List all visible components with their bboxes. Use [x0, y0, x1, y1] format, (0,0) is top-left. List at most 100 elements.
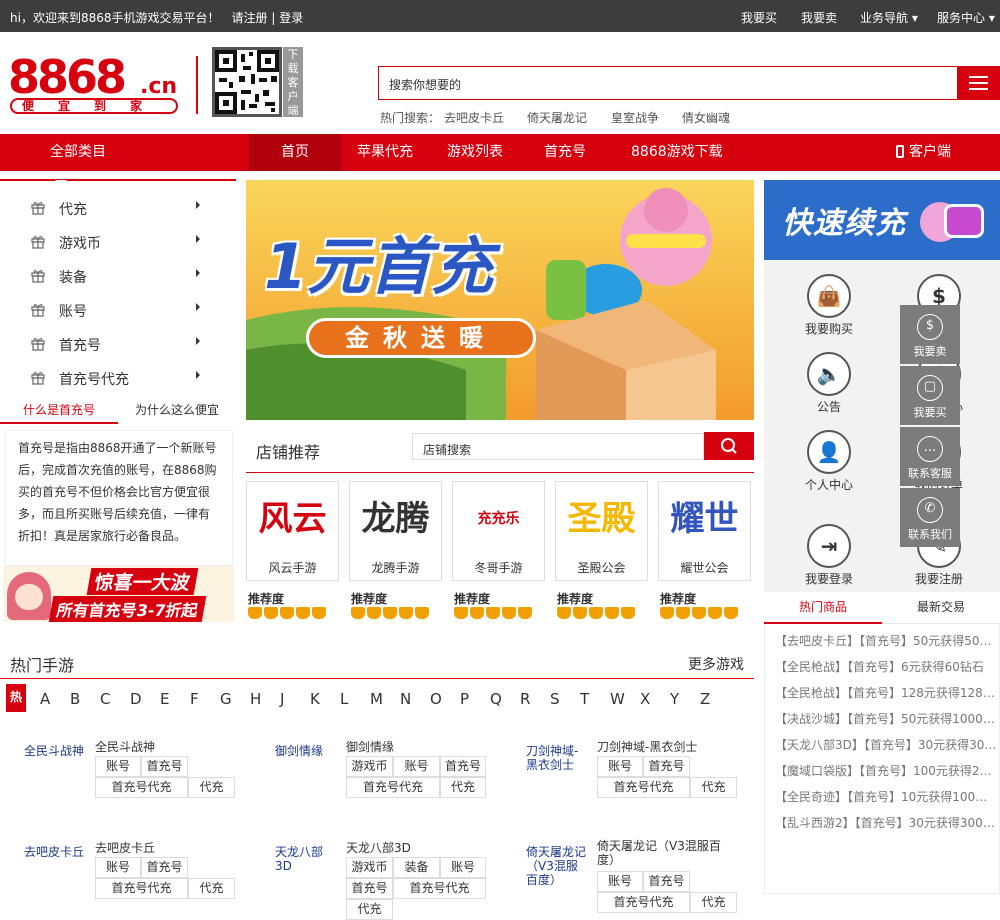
top-sell-link[interactable]: 我要卖 — [801, 9, 837, 26]
game-icon-link[interactable]: 天龙八部3D — [275, 845, 335, 873]
game-icon-link[interactable]: 全民斗战神 — [24, 744, 84, 758]
floating-buy-button[interactable]: ▢ 我要买 — [900, 366, 960, 425]
hot-goods-item[interactable]: 【决战沙城】【首充号】50元获得1000元宝 — [775, 710, 997, 727]
game-tag[interactable]: 账号 — [95, 857, 141, 878]
letter-filter-x[interactable]: X — [640, 690, 650, 708]
game-tag[interactable]: 首充号代充 — [597, 892, 690, 913]
letter-filter-a[interactable]: A — [40, 690, 50, 708]
hot-goods-item[interactable]: 【全民枪战】【首充号】128元获得1280钻石 — [775, 684, 997, 701]
game-tag[interactable]: 账号 — [440, 857, 486, 878]
promo-banner[interactable]: 惊喜一大波 所有首充号3-7折起 — [3, 566, 234, 622]
game-tag[interactable]: 首充号 — [141, 756, 188, 777]
game-tag[interactable]: 首充号 — [440, 756, 486, 777]
letter-filter-r[interactable]: R — [520, 690, 530, 708]
site-logo[interactable]: 8868 .cn 便宜到家 — [8, 52, 180, 114]
category-item-daichong[interactable]: 代充 — [0, 191, 236, 225]
hot-goods-item[interactable]: 【魔域口袋版】【首充号】100元获得2000魔石 — [775, 762, 997, 779]
game-name-link[interactable]: 倚天屠龙记（V3混服百度） — [597, 839, 737, 867]
game-tag[interactable]: 首充号代充 — [393, 878, 486, 899]
hot-goods-item[interactable]: 【去吧皮卡丘】【首充号】50元获得500钻石 — [775, 632, 997, 649]
letter-filter-y[interactable]: Y — [670, 690, 679, 708]
shop-card[interactable]: 风云 风云手游 — [246, 481, 339, 581]
category-item-account[interactable]: 账号 — [0, 293, 236, 327]
nav-first-recharge[interactable]: 首充号 — [544, 134, 586, 171]
game-tag[interactable]: 代充 — [346, 899, 393, 920]
game-tag[interactable]: 代充 — [188, 878, 235, 899]
more-games-link[interactable]: 更多游戏 — [688, 654, 744, 674]
floating-sell-button[interactable]: $ 我要卖 — [900, 305, 960, 364]
game-tag[interactable]: 装备 — [393, 857, 440, 878]
business-nav-menu[interactable]: 业务导航 ▾ — [860, 9, 918, 26]
category-item-first-recharge-proxy[interactable]: 首充号代充 — [0, 361, 236, 395]
game-tag[interactable]: 首充号 — [643, 756, 690, 777]
game-name-link[interactable]: 刀剑神域-黑衣剑士 — [597, 738, 697, 755]
hot-search-term[interactable]: 去吧皮卡丘 — [444, 109, 504, 126]
nav-client[interactable]: 客户端 — [896, 134, 951, 171]
game-name-link[interactable]: 御剑情缘 — [346, 738, 394, 755]
hot-goods-item[interactable]: 【全民枪战】【首充号】6元获得60钻石 — [775, 658, 997, 675]
game-tag[interactable]: 代充 — [690, 892, 737, 913]
hero-banner[interactable]: 1元首充 金秋送暖 — [246, 180, 754, 420]
game-name-link[interactable]: 天龙八部3D — [346, 839, 411, 856]
game-icon-link[interactable]: 倚天屠龙记（V3混服百度） — [526, 845, 586, 887]
shop-search-button[interactable] — [704, 432, 754, 460]
game-tag[interactable]: 代充 — [440, 777, 486, 798]
shop-card[interactable]: 龙腾 龙腾手游 — [349, 481, 442, 581]
category-item-first-recharge[interactable]: 首充号 — [0, 327, 236, 361]
game-tag[interactable]: 账号 — [597, 871, 643, 892]
letter-filter-b[interactable]: B — [70, 690, 80, 708]
game-tag[interactable]: 代充 — [690, 777, 737, 798]
nav-apple-recharge[interactable]: 苹果代充 — [357, 134, 413, 171]
hot-goods-item[interactable]: 【天龙八部3D】【首充号】30元获得300元宝 — [775, 736, 997, 753]
nav-game-list[interactable]: 游戏列表 — [447, 134, 503, 171]
game-tag[interactable]: 首充号 — [643, 871, 690, 892]
game-tag[interactable]: 账号 — [597, 756, 643, 777]
category-item-equipment[interactable]: 装备 — [0, 259, 236, 293]
letter-filter-k[interactable]: K — [310, 690, 320, 708]
letter-filter-z[interactable]: Z — [700, 690, 710, 708]
game-tag[interactable]: 代充 — [188, 777, 235, 798]
letter-filter-j[interactable]: J — [280, 690, 284, 708]
shop-card[interactable]: 耀世 耀世公会 — [658, 481, 751, 581]
letter-filter-w[interactable]: W — [610, 690, 625, 708]
tab-what-is-first-recharge[interactable]: 什么是首充号 — [0, 398, 118, 424]
category-item-game-coin[interactable]: 游戏币 — [0, 225, 236, 259]
letter-filter-t[interactable]: T — [580, 690, 589, 708]
download-client-label[interactable]: 下载客户端 — [283, 47, 303, 117]
nav-home[interactable]: 首页 — [249, 134, 341, 171]
letter-filter-s[interactable]: S — [550, 690, 560, 708]
game-tag[interactable]: 首充号 — [346, 878, 393, 899]
letter-filter-e[interactable]: E — [160, 690, 169, 708]
letter-filter-q[interactable]: Q — [490, 690, 502, 708]
game-tag[interactable]: 游戏币 — [346, 756, 393, 777]
shop-search-input[interactable]: 店铺搜索 — [412, 433, 704, 460]
game-tag[interactable]: 首充号代充 — [346, 777, 440, 798]
menu-button[interactable] — [957, 66, 1000, 100]
nav-game-download[interactable]: 8868游戏下载 — [631, 134, 723, 171]
letter-filter-d[interactable]: D — [130, 690, 142, 708]
game-tag[interactable]: 游戏币 — [346, 857, 393, 878]
game-tag[interactable]: 首充号代充 — [597, 777, 690, 798]
letter-filter-n[interactable]: N — [400, 690, 411, 708]
hot-search-term[interactable]: 皇室战争 — [611, 109, 659, 126]
game-name-link[interactable]: 全民斗战神 — [95, 738, 155, 755]
game-tag[interactable]: 首充号代充 — [95, 777, 188, 798]
search-input[interactable]: 搜索你想要的 — [378, 66, 958, 100]
shop-card[interactable]: 圣殿 圣殿公会 — [555, 481, 648, 581]
floating-customer-service-button[interactable]: … 联系客服 — [900, 427, 960, 486]
nav-all-categories[interactable]: 全部类目 — [50, 134, 106, 171]
letter-filter-h[interactable]: H — [250, 690, 261, 708]
tab-why-cheap[interactable]: 为什么这么便宜 — [118, 398, 236, 422]
shop-card[interactable]: 充充乐 冬哥手游 — [452, 481, 545, 581]
game-icon-link[interactable]: 御剑情缘 — [275, 744, 335, 758]
hot-filter-tag[interactable]: 热 — [6, 684, 26, 712]
login-link[interactable]: 登录 — [279, 11, 303, 25]
tab-latest-trades[interactable]: 最新交易 — [882, 594, 1000, 620]
hot-goods-item[interactable]: 【乱斗西游2】【首充号】30元获得300钻石 — [775, 814, 997, 831]
letter-filter-o[interactable]: O — [430, 690, 442, 708]
top-buy-link[interactable]: 我要买 — [741, 9, 777, 26]
game-icon-link[interactable]: 刀剑神域-黑衣剑士 — [526, 744, 586, 772]
quick-recharge-banner[interactable]: 快速续充 — [764, 180, 1000, 260]
game-tag[interactable]: 首充号 — [141, 857, 188, 878]
tab-hot-goods[interactable]: 热门商品 — [764, 594, 882, 624]
